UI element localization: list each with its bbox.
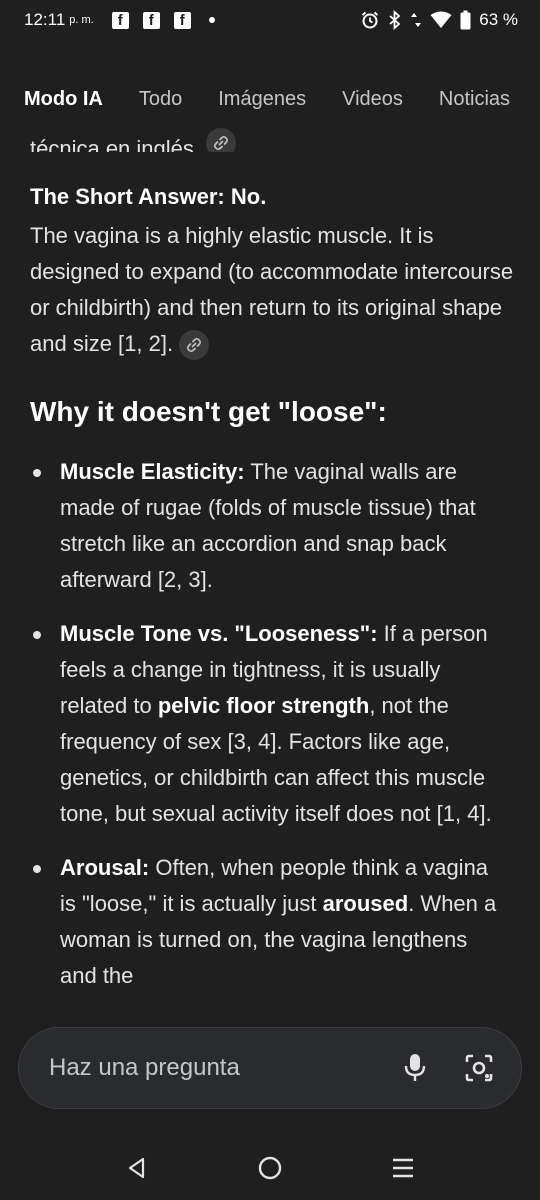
bullet-dot	[33, 631, 41, 639]
status-left: 12:11 p. m. f f f	[24, 10, 215, 30]
bullet-dot	[33, 865, 41, 873]
bullet-list: Muscle Elasticity: The vaginal walls are…	[30, 454, 510, 1012]
cut-off-line: técnica en inglés.	[30, 124, 236, 152]
notification-dot-icon	[208, 17, 215, 23]
link-icon	[187, 338, 202, 353]
alarm-icon	[362, 11, 379, 29]
bullet-bold-text: pelvic floor strength	[157, 693, 370, 718]
clock-ampm: p. m.	[69, 14, 94, 26]
content-fade	[0, 990, 540, 1030]
bullet-dot	[33, 469, 41, 477]
cut-off-text: técnica en inglés.	[30, 136, 200, 152]
bullet-title: Muscle Tone vs. "Looseness":	[60, 621, 378, 646]
bullet-title: Arousal:	[60, 855, 150, 880]
short-answer-paragraph: The vagina is a highly elastic muscle. I…	[30, 218, 515, 362]
list-item: Muscle Elasticity: The vaginal walls are…	[30, 454, 510, 598]
back-icon[interactable]	[117, 1148, 157, 1188]
menu-icon[interactable]	[383, 1148, 423, 1188]
source-link-button[interactable]	[206, 128, 236, 152]
tab-noticias[interactable]: Noticias	[439, 88, 510, 111]
list-item: Muscle Tone vs. "Looseness": If a person…	[30, 616, 510, 832]
battery-percent: 63 %	[479, 10, 518, 29]
system-navigation-bar	[0, 1136, 540, 1200]
home-icon[interactable]	[250, 1148, 290, 1188]
bullet-bold-text: aroused	[322, 891, 409, 916]
facebook-icon: f	[173, 11, 191, 29]
wifi-icon	[430, 11, 452, 28]
link-icon	[213, 135, 229, 151]
ask-input-placeholder[interactable]: Haz una pregunta	[49, 1054, 371, 1082]
tab-todo[interactable]: Todo	[139, 88, 182, 111]
lens-camera-icon[interactable]	[459, 1048, 499, 1088]
source-link-button[interactable]	[179, 330, 210, 361]
short-answer-title: The Short Answer: No.	[30, 184, 267, 209]
tab-modo-ia[interactable]: Modo IA	[24, 88, 103, 111]
facebook-icon: f	[111, 11, 129, 29]
tab-imagenes[interactable]: Imágenes	[218, 88, 306, 111]
bluetooth-icon	[389, 10, 401, 30]
ask-question-bar[interactable]: Haz una pregunta	[18, 1027, 522, 1109]
search-mode-tabs: Modo IA Todo Imágenes Videos Noticias	[0, 76, 540, 122]
facebook-icon: f	[142, 11, 160, 29]
tab-videos[interactable]: Videos	[342, 88, 403, 111]
ai-answer-content: técnica en inglés. The Short Answer: No.…	[0, 122, 540, 1012]
bullet-title: Muscle Elasticity:	[60, 459, 245, 484]
battery-icon	[460, 10, 471, 30]
status-bar: 12:11 p. m. f f f 63 %	[0, 0, 540, 40]
short-answer-text: The vagina is a highly elastic muscle. I…	[30, 223, 514, 356]
list-item: Arousal: Often, when people think a vagi…	[30, 850, 510, 994]
status-right: 63 %	[360, 10, 518, 30]
microphone-icon[interactable]	[395, 1048, 435, 1088]
clock: 12:11	[24, 10, 66, 29]
data-arrows-icon	[411, 13, 422, 27]
section-heading: Why it doesn't get "loose":	[30, 396, 387, 427]
